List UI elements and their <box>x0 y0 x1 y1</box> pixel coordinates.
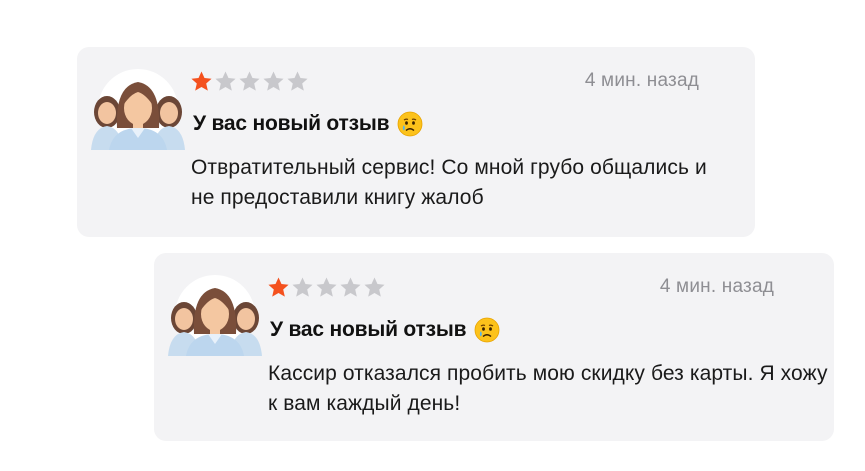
review-title-text: У вас новый отзыв <box>270 318 467 341</box>
review-title: У вас новый отзыв <box>193 111 423 137</box>
crying-face-icon <box>397 111 423 137</box>
crying-face-icon <box>474 317 500 343</box>
star-empty-icon <box>315 276 338 299</box>
review-title: У вас новый отзыв <box>270 317 500 343</box>
review-time: 4 мин. назад <box>584 70 699 91</box>
star-empty-icon <box>262 70 285 93</box>
star-empty-icon <box>286 70 309 93</box>
star-filled-icon <box>267 276 290 299</box>
review-title-text: У вас новый отзыв <box>193 112 390 135</box>
star-rating <box>267 273 386 301</box>
avatar-group-icon <box>87 68 189 150</box>
review-text: Отвратительный сервис! Со мной грубо общ… <box>191 156 707 209</box>
star-empty-icon <box>339 276 362 299</box>
star-empty-icon <box>363 276 386 299</box>
review-text: Кассир отказался пробить мою скидку без … <box>268 362 828 415</box>
star-empty-icon <box>214 70 237 93</box>
star-empty-icon <box>291 276 314 299</box>
star-filled-icon <box>190 70 213 93</box>
review-card[interactable]: 4 мин. назад У вас новый отзыв Кассир от… <box>154 253 834 441</box>
review-card[interactable]: 4 мин. назад У вас новый отзыв Отвратите… <box>77 47 755 237</box>
star-rating <box>190 67 309 95</box>
review-time: 4 мин. назад <box>659 276 774 297</box>
star-empty-icon <box>238 70 261 93</box>
avatar-group-icon <box>164 274 266 356</box>
